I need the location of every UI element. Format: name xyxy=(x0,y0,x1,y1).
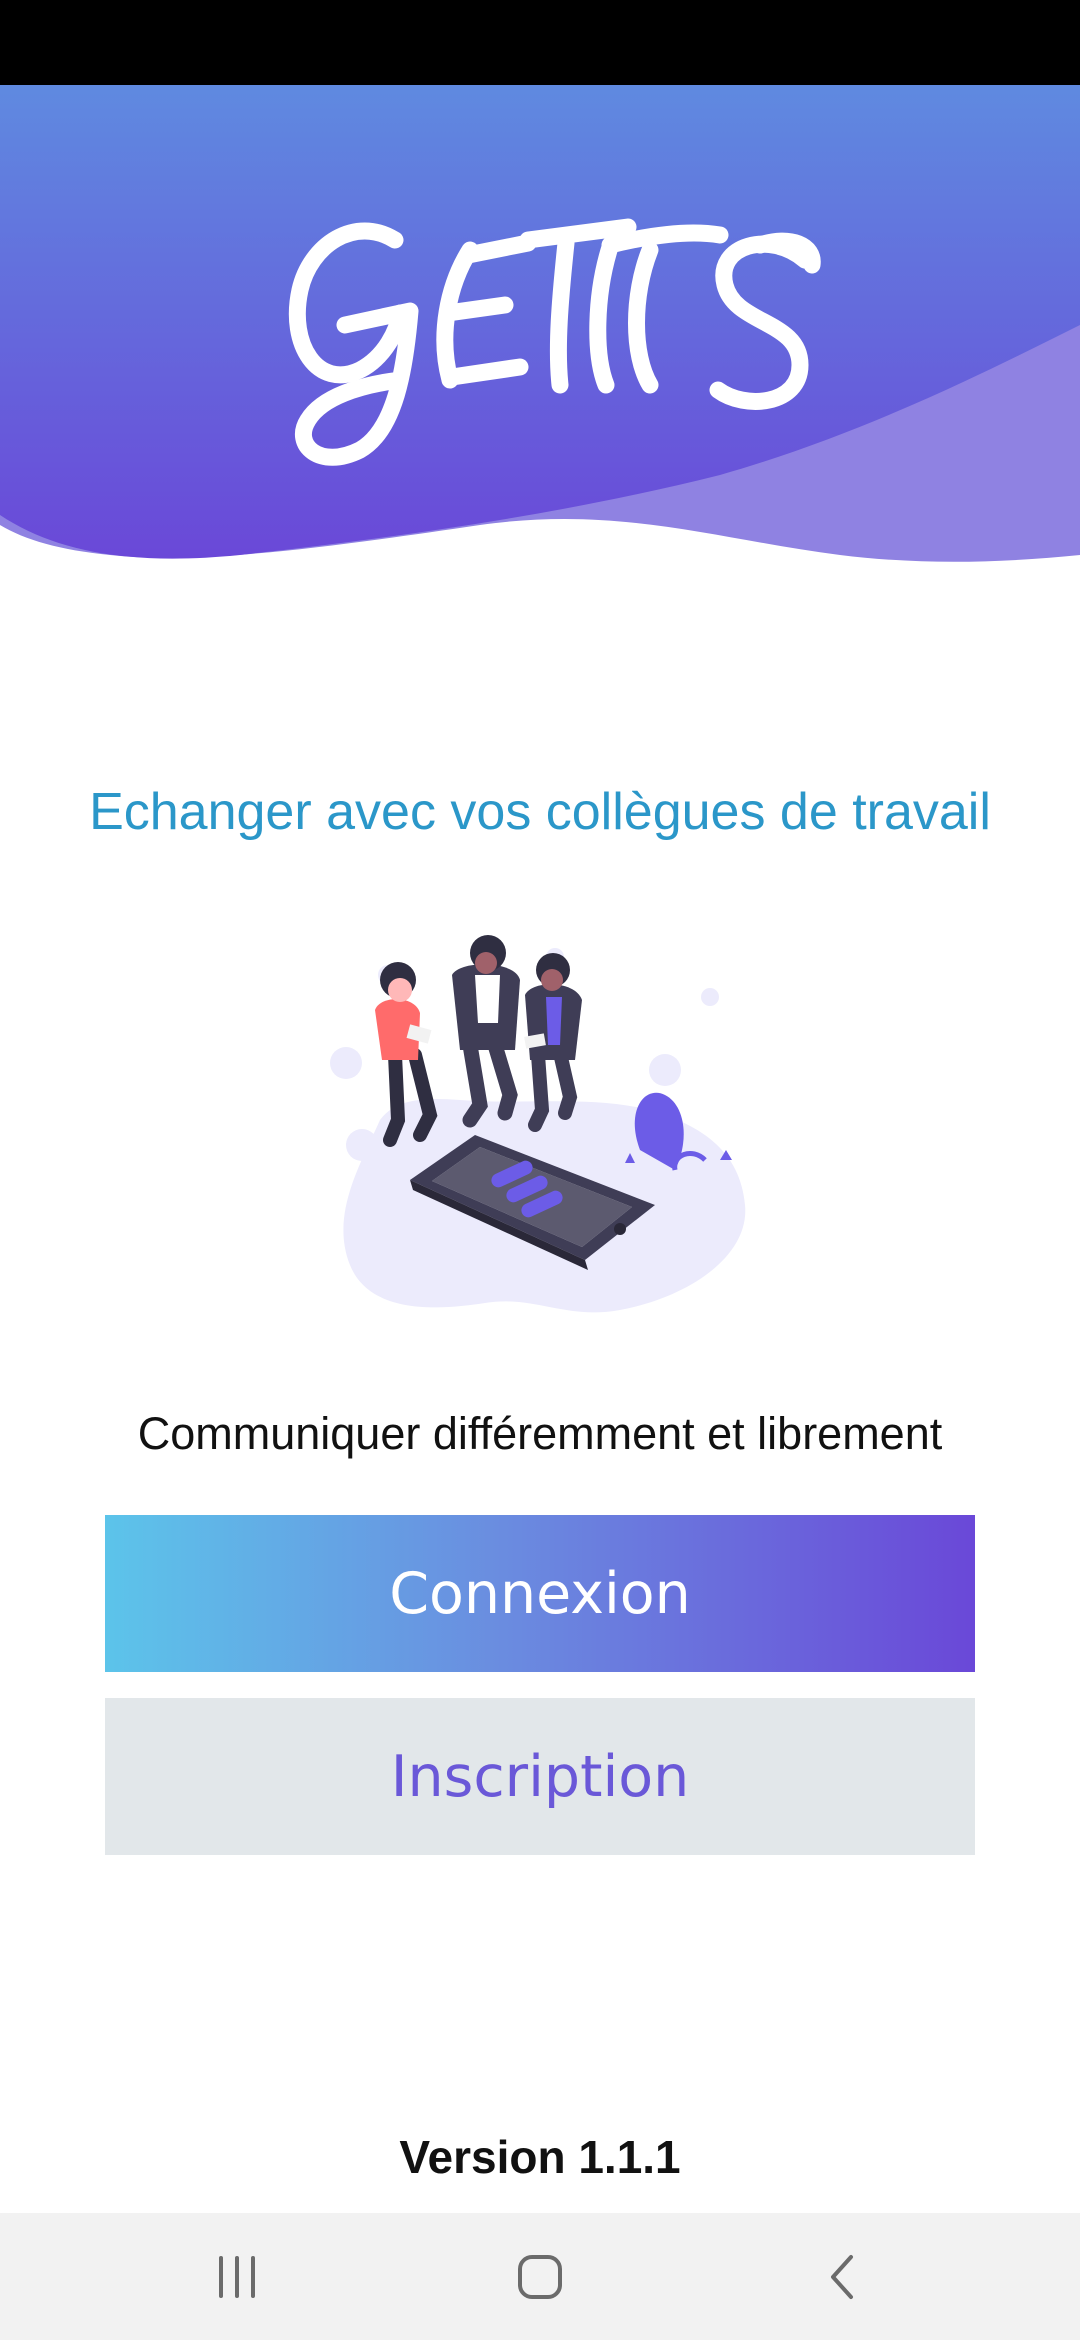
back-icon xyxy=(831,2254,853,2299)
team-with-phone-illustration xyxy=(320,935,760,1325)
recents-icon xyxy=(219,2255,255,2298)
welcome-screen: Echanger avec vos collègues de travail C… xyxy=(0,0,1080,2340)
tagline: Echanger avec vos collègues de travail xyxy=(89,783,991,841)
status-bar xyxy=(0,0,1080,85)
app-logo xyxy=(0,85,1080,485)
signup-button[interactable]: Inscription xyxy=(105,1698,975,1855)
recents-button[interactable] xyxy=(177,2213,297,2340)
home-button[interactable] xyxy=(480,2213,600,2340)
version-label: Version 1.1.1 xyxy=(399,2131,681,2183)
subtitle: Communiquer différemment et librement xyxy=(137,1408,943,1459)
home-icon xyxy=(518,2254,562,2299)
login-button[interactable]: Connexion xyxy=(105,1515,975,1672)
back-button[interactable] xyxy=(783,2213,903,2340)
system-navigation-bar xyxy=(0,2213,1080,2340)
